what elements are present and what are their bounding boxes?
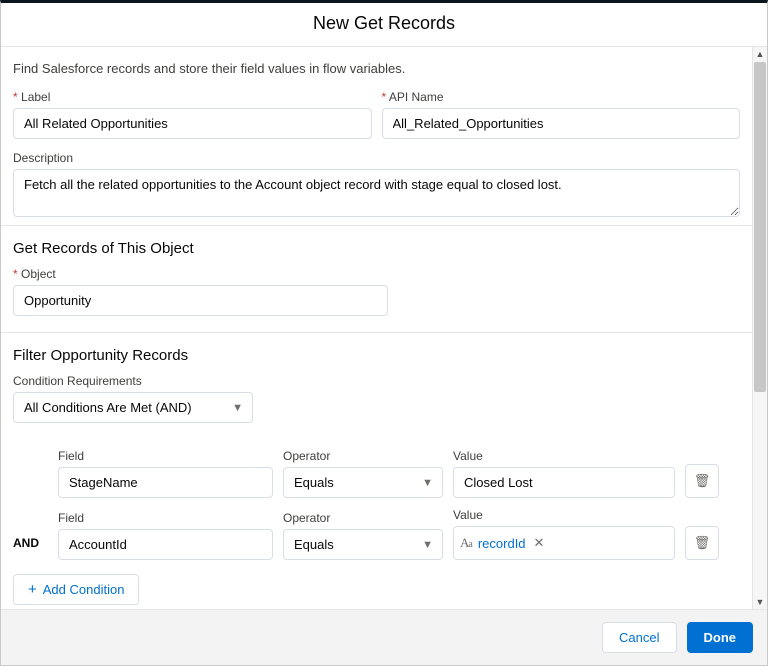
value-header: Value xyxy=(453,508,675,522)
condition-prefix xyxy=(13,464,48,498)
condition-value-resource[interactable]: Aa recordId ✕ xyxy=(453,526,675,560)
remove-pill-icon[interactable]: ✕ xyxy=(534,535,545,551)
condition-req-select[interactable]: All Conditions Are Met (AND) xyxy=(13,392,253,423)
label-input[interactable] xyxy=(13,108,372,139)
operator-header: Operator xyxy=(283,511,443,525)
label-field-label: Label xyxy=(13,90,372,104)
condition-field-input[interactable] xyxy=(58,529,273,560)
condition-operator-select[interactable]: Equals xyxy=(283,467,443,498)
api-name-label: API Name xyxy=(382,90,741,104)
field-header: Field xyxy=(58,449,273,463)
scroll-up-arrow-icon[interactable]: ▲ xyxy=(753,47,767,61)
value-header: Value xyxy=(453,449,675,463)
modal-new-get-records: New Get Records Find Salesforce records … xyxy=(0,0,768,666)
scroll-down-arrow-icon[interactable]: ▼ xyxy=(753,595,767,609)
done-button[interactable]: Done xyxy=(687,622,754,653)
description-input[interactable]: Fetch all the related opportunities to t… xyxy=(13,169,740,217)
cancel-button[interactable]: Cancel xyxy=(602,622,676,653)
modal-footer: Cancel Done xyxy=(1,609,767,665)
condition-operator-select[interactable]: Equals xyxy=(283,529,443,560)
delete-condition-button[interactable]: 🗑 xyxy=(685,526,719,560)
object-section-title: Get Records of This Object xyxy=(1,226,752,267)
condition-prefix: AND xyxy=(13,526,48,560)
add-condition-button[interactable]: + Add Condition xyxy=(13,574,139,605)
scroll-thumb[interactable] xyxy=(754,62,766,392)
description-label: Description xyxy=(13,151,740,165)
trash-icon: 🗑 xyxy=(694,473,711,489)
field-header: Field xyxy=(58,511,273,525)
resource-pill-text: recordId xyxy=(478,536,526,551)
modal-title: New Get Records xyxy=(1,13,767,34)
api-name-input[interactable] xyxy=(382,108,741,139)
modal-header: New Get Records xyxy=(1,3,767,47)
intro-text: Find Salesforce records and store their … xyxy=(13,61,740,76)
condition-req-label: Condition Requirements xyxy=(13,374,740,388)
operator-header: Operator xyxy=(283,449,443,463)
condition-row: Field Operator Equals ▼ Value xyxy=(13,449,740,498)
vertical-scrollbar[interactable]: ▲ ▼ xyxy=(752,47,767,609)
plus-icon: + xyxy=(28,582,37,597)
text-aa-icon: Aa xyxy=(460,535,472,551)
object-input[interactable] xyxy=(13,285,388,316)
condition-row: AND Field Operator Equals ▼ Value xyxy=(13,508,740,560)
trash-icon: 🗑 xyxy=(694,535,711,551)
filter-section-title: Filter Opportunity Records xyxy=(1,333,752,374)
delete-condition-button[interactable]: 🗑 xyxy=(685,464,719,498)
condition-value-input[interactable] xyxy=(453,467,675,498)
add-condition-label: Add Condition xyxy=(43,582,125,597)
modal-content: Find Salesforce records and store their … xyxy=(1,47,752,609)
object-label: Object xyxy=(13,267,740,281)
condition-field-input[interactable] xyxy=(58,467,273,498)
